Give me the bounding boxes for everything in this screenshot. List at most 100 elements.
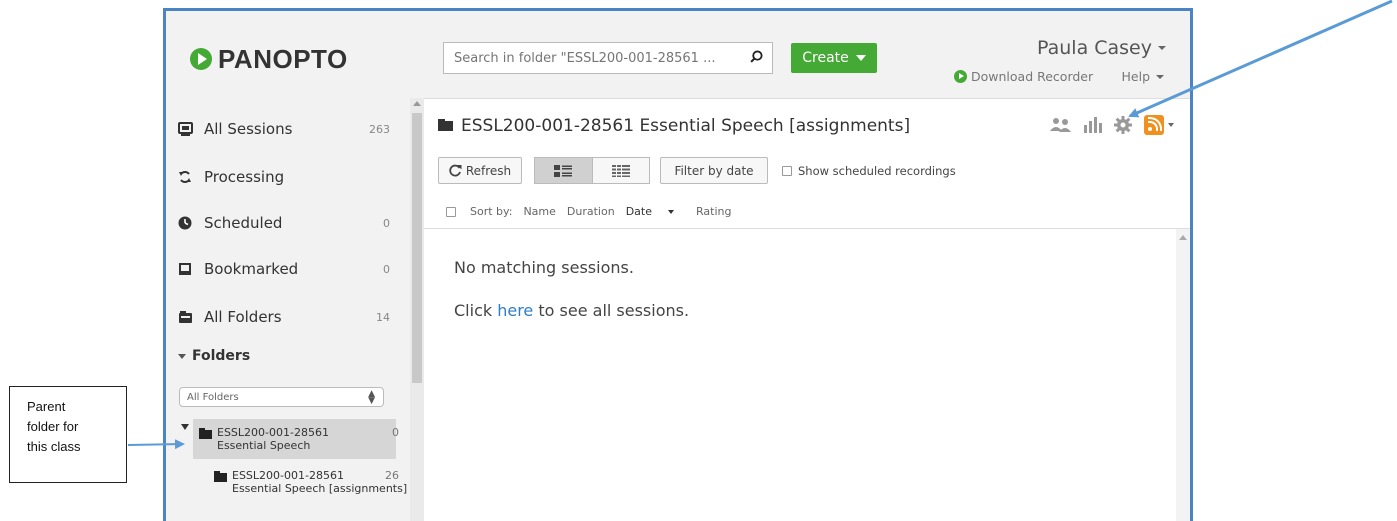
download-recorder-label: Download Recorder [971,69,1094,84]
help-label: Help [1121,69,1151,84]
folder-tree-label-parent[interactable]: ESSL200-001-28561 Essential Speech [217,426,329,452]
download-recorder-link[interactable]: Download Recorder [954,69,1093,84]
main-panel: ESSL200-001-28561 Essential Speech [assi… [424,98,1190,521]
callout-line: Parent [27,399,66,414]
top-header: PANOPTO Create Paula Casey Download Reco… [166,11,1190,99]
folder-subname: Essential Speech [217,439,311,452]
sessions-icon [176,120,194,138]
sort-bar: Sort by: Name Duration Date Rating [446,205,742,218]
folder-name: ESSL200-001-28561 [232,469,344,482]
folder-tree-label-child[interactable]: ESSL200-001-28561 Essential Speech [assi… [232,469,407,495]
sharing-icon[interactable] [1050,117,1072,133]
folder-title-row: ESSL200-001-28561 Essential Speech [assi… [438,116,910,136]
sort-by-label: Sort by: [470,205,513,218]
sort-rating[interactable]: Rating [696,205,731,218]
main-scrollbar[interactable] [1176,229,1190,521]
annotation-callout: Parent folder for this class [9,386,127,483]
sort-duration[interactable]: Duration [567,205,615,218]
sort-date[interactable]: Date [626,205,685,218]
callout-line: folder for [27,419,79,434]
gear-icon[interactable] [1114,116,1132,134]
sidebar-item-count: 0 [383,262,390,276]
see-all-message: Click here to see all sessions. [454,301,689,320]
refresh-button[interactable]: Refresh [438,157,522,184]
detail-view-button[interactable] [534,157,593,184]
logo-text: PANOPTO [218,43,348,74]
folders-icon [176,308,194,326]
sidebar-item-label: All Sessions [204,120,293,138]
sidebar-item-count: 0 [383,216,390,230]
user-name: Paula Casey [1037,37,1152,59]
folders-heading[interactable]: Folders [178,348,250,364]
folder-icon [199,428,212,439]
sidebar-item-count: 263 [369,122,390,136]
rss-icon [1144,115,1164,135]
folder-subname: Essential Speech [assignments] [232,482,408,495]
select-all-checkbox[interactable] [446,206,456,217]
filter-by-date-button[interactable]: Filter by date [660,157,768,184]
list-view-button[interactable] [592,157,650,184]
caret-down-icon [1158,46,1166,50]
sidebar-item-count: 14 [376,310,390,324]
show-scheduled-toggle[interactable]: Show scheduled recordings [782,164,956,178]
processing-icon [176,168,194,186]
sidebar-item-bookmarked[interactable]: Bookmarked 0 [176,246,398,292]
sidebar-scrollbar[interactable] [410,98,424,521]
scroll-up-icon[interactable] [1179,235,1187,240]
folder-count: 0 [392,426,399,439]
refresh-icon [449,164,462,177]
search-input[interactable] [444,43,744,73]
callout-line: this class [27,439,81,454]
panopto-window: PANOPTO Create Paula Casey Download Reco… [163,8,1193,521]
help-menu[interactable]: Help [1121,69,1164,84]
panopto-logo-icon [190,48,212,70]
sidebar-item-label: Scheduled [204,214,283,232]
expand-triangle-icon[interactable] [181,424,189,430]
click-suffix: to see all sessions. [538,301,690,320]
folder-filter-select[interactable]: All Folders ▲ ▼ [179,387,384,407]
session-list: No matching sessions. Click here to see … [424,229,1190,521]
folder-count: 26 [385,469,399,482]
empty-message: No matching sessions. [454,258,634,277]
sidebar-item-all-sessions[interactable]: All Sessions 263 [176,106,398,152]
folder-icon [438,119,453,131]
search-icon[interactable] [750,50,763,63]
panopto-logo[interactable]: PANOPTO [190,44,348,74]
user-menu[interactable]: Paula Casey [1037,37,1166,59]
caret-down-icon [1168,123,1174,127]
sidebar-item-label: All Folders [204,308,282,326]
scrollbar-thumb[interactable] [412,113,422,383]
create-label: Create [802,50,849,66]
stats-icon[interactable] [1084,117,1102,133]
sidebar-item-all-folders[interactable]: All Folders 14 [176,294,398,340]
select-arrows-icon: ▲ ▼ [368,389,375,406]
see-all-sessions-link[interactable]: here [497,301,533,320]
collapse-triangle-icon [178,353,186,359]
create-button[interactable]: Create [791,43,877,73]
sort-desc-icon [667,209,674,214]
folder-name: ESSL200-001-28561 [217,426,329,439]
list-view-icon [611,164,630,177]
rss-feed-button[interactable] [1144,115,1174,135]
caret-down-icon [855,55,866,61]
show-scheduled-label: Show scheduled recordings [798,164,956,178]
sort-name[interactable]: Name [523,205,555,218]
view-toggle [534,157,650,184]
sidebar-item-scheduled[interactable]: Scheduled 0 [176,200,398,246]
search-box[interactable] [443,42,773,74]
sidebar-item-label: Processing [204,168,285,186]
sidebar-item-processing[interactable]: Processing [176,154,398,200]
folder-tools [1038,115,1174,135]
detail-view-icon [554,164,573,177]
folders-heading-label: Folders [192,348,251,364]
clock-icon [176,214,194,232]
folder-title: ESSL200-001-28561 Essential Speech [assi… [461,116,911,136]
show-scheduled-checkbox[interactable] [782,166,792,176]
folder-icon [214,471,227,482]
recorder-icon [954,70,967,83]
filter-by-date-label: Filter by date [674,163,754,178]
scroll-up-icon[interactable] [413,101,421,106]
folder-filter-value: All Folders [187,391,239,403]
sidebar-item-label: Bookmarked [204,260,299,278]
sidebar: All Sessions 263 Processing Scheduled 0 … [166,98,410,521]
